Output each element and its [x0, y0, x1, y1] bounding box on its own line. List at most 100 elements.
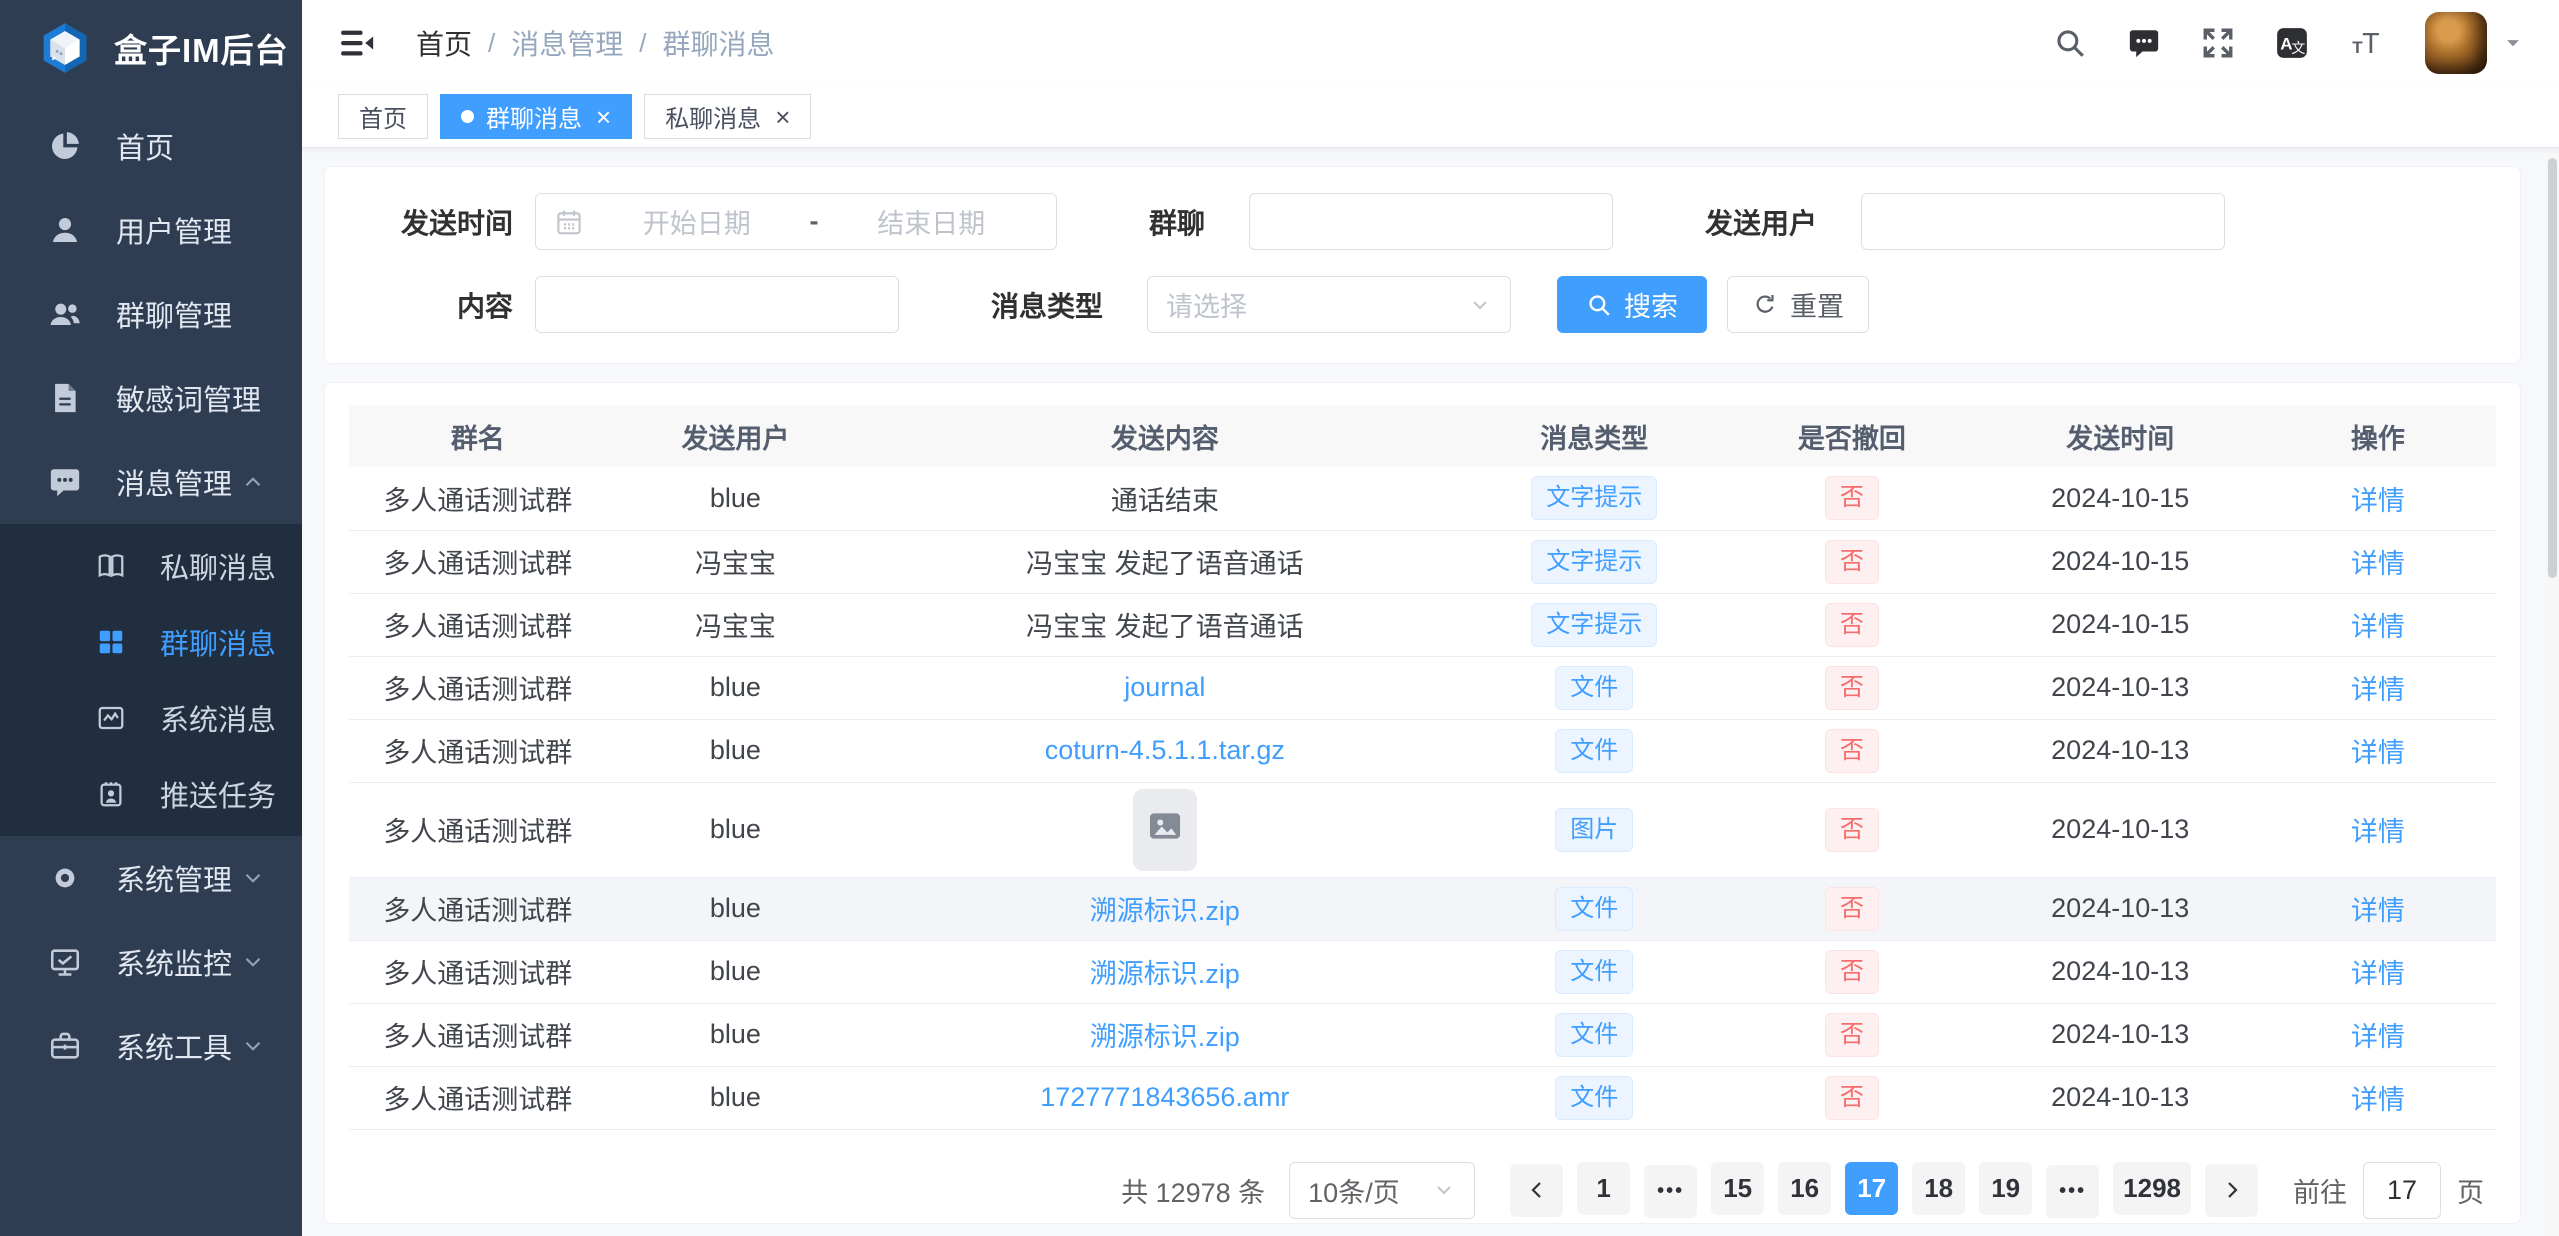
tab-2[interactable]: 私聊消息× — [644, 94, 811, 139]
page-button-17[interactable]: 17 — [1845, 1162, 1898, 1215]
sidebar-item-1[interactable]: 用户管理 — [0, 188, 302, 272]
close-icon[interactable]: × — [775, 104, 790, 130]
reset-button[interactable]: 重置 — [1727, 276, 1869, 333]
cell-sender: blue — [607, 656, 865, 719]
sidebar-item-2[interactable]: 群聊管理 — [0, 272, 302, 356]
cell-group-name: 多人通话测试群 — [349, 1003, 607, 1066]
translate-icon[interactable]: A文 — [2273, 24, 2311, 62]
detail-link[interactable]: 详情 — [2351, 549, 2405, 579]
search-icon[interactable] — [2051, 24, 2089, 62]
sidebar-item-7[interactable]: 系统工具 — [0, 1004, 302, 1088]
prev-page-button[interactable] — [1510, 1164, 1563, 1217]
goto-page-input[interactable] — [2363, 1162, 2441, 1219]
cell-sender: blue — [607, 782, 865, 877]
page-button-19[interactable]: 19 — [1979, 1162, 2032, 1215]
tab-0[interactable]: 首页 — [338, 94, 428, 139]
chevron-down-icon — [1468, 293, 1492, 317]
cell-content: 通话结束 — [864, 467, 1465, 530]
recalled-badge: 否 — [1825, 476, 1879, 520]
cell-time: 2024-10-15 — [1981, 530, 2260, 593]
sender-input[interactable] — [1861, 193, 2225, 250]
sidebar-subitem-3[interactable]: 推送任务 — [0, 756, 302, 832]
sidebar-item-4[interactable]: 消息管理 — [0, 440, 302, 524]
goto-unit: 页 — [2457, 1171, 2484, 1210]
sidebar: 盒子IM后台 首页用户管理群聊管理敏感词管理消息管理私聊消息群聊消息系统消息推送… — [0, 0, 302, 1236]
cell-content: 冯宝宝 发起了语音通话 — [864, 530, 1465, 593]
page-buttons: 1 ••• 15 16 17 18 19 ••• 1298 — [1570, 1162, 2198, 1218]
sidebar-subitem-1[interactable]: 群聊消息 — [0, 604, 302, 680]
goto-page: 前往 页 — [2293, 1162, 2484, 1219]
page-ellipsis[interactable]: ••• — [2046, 1165, 2099, 1218]
page-button-1298[interactable]: 1298 — [2113, 1162, 2191, 1215]
next-page-button[interactable] — [2205, 1164, 2258, 1217]
fullscreen-icon[interactable] — [2199, 24, 2237, 62]
message-icon[interactable] — [2125, 24, 2163, 62]
tab-1[interactable]: 群聊消息× — [440, 94, 632, 139]
sidebar-subitem-2[interactable]: 系统消息 — [0, 680, 302, 756]
sidebar-subitem-0[interactable]: 私聊消息 — [0, 528, 302, 604]
page-button-18[interactable]: 18 — [1912, 1162, 1965, 1215]
cell-action: 详情 — [2260, 940, 2496, 1003]
detail-link[interactable]: 详情 — [2351, 675, 2405, 705]
detail-link[interactable]: 详情 — [2351, 896, 2405, 926]
close-icon[interactable]: × — [596, 104, 611, 130]
type-badge: 文字提示 — [1531, 540, 1657, 584]
cell-action: 详情 — [2260, 656, 2496, 719]
end-date-placeholder[interactable]: 结束日期 — [825, 202, 1039, 241]
sidebar-collapse-icon[interactable] — [338, 24, 376, 62]
page-button-15[interactable]: 15 — [1711, 1162, 1764, 1215]
cell-group-name: 多人通话测试群 — [349, 719, 607, 782]
file-link[interactable]: 1727771843656.amr — [1040, 1082, 1289, 1112]
sidebar-item-5[interactable]: 系统管理 — [0, 836, 302, 920]
avatar[interactable] — [2425, 12, 2487, 74]
page-ellipsis[interactable]: ••• — [1644, 1165, 1697, 1218]
page-button-16[interactable]: 16 — [1778, 1162, 1831, 1215]
file-link[interactable]: 溯源标识.zip — [1090, 1022, 1240, 1052]
cell-time: 2024-10-13 — [1981, 719, 2260, 782]
date-range-picker[interactable]: 开始日期 - 结束日期 — [535, 193, 1057, 250]
detail-link[interactable]: 详情 — [2351, 817, 2405, 847]
sidebar-item-label: 用户管理 — [116, 209, 232, 251]
start-date-placeholder[interactable]: 开始日期 — [590, 202, 804, 241]
file-link[interactable]: journal — [1124, 672, 1205, 702]
logo-row[interactable]: 盒子IM后台 — [0, 0, 302, 96]
cell-recalled: 否 — [1723, 1066, 1981, 1129]
detail-link[interactable]: 详情 — [2351, 738, 2405, 768]
image-thumbnail[interactable] — [1133, 789, 1197, 871]
type-select[interactable]: 请选择 — [1147, 276, 1511, 333]
detail-link[interactable]: 详情 — [2351, 486, 2405, 516]
file-link[interactable]: 溯源标识.zip — [1090, 896, 1240, 926]
type-badge: 文件 — [1555, 1013, 1633, 1057]
table-row: 多人通话测试群bluecoturn-4.5.1.1.tar.gz文件否2024-… — [349, 719, 2496, 782]
file-link[interactable]: coturn-4.5.1.1.tar.gz — [1045, 735, 1285, 765]
cell-time: 2024-10-13 — [1981, 940, 2260, 1003]
font-size-icon[interactable]: TT — [2347, 24, 2385, 62]
detail-link[interactable]: 详情 — [2351, 1085, 2405, 1115]
cell-group-name: 多人通话测试群 — [349, 593, 607, 656]
group-input[interactable] — [1249, 193, 1613, 250]
cell-sender: blue — [607, 1003, 865, 1066]
detail-link[interactable]: 详情 — [2351, 959, 2405, 989]
breadcrumb-item[interactable]: 首页 — [416, 23, 472, 63]
sidebar-item-0[interactable]: 首页 — [0, 104, 302, 188]
detail-link[interactable]: 详情 — [2351, 612, 2405, 642]
scrollbar-thumb[interactable] — [2548, 158, 2557, 578]
cell-recalled: 否 — [1723, 877, 1981, 940]
chevron-up-icon — [240, 469, 266, 495]
grid-icon — [96, 624, 128, 660]
svg-text:文: 文 — [2291, 41, 2305, 57]
content-input[interactable] — [535, 276, 899, 333]
page-button-1[interactable]: 1 — [1577, 1162, 1630, 1215]
page-size-select[interactable]: 10条/页 — [1289, 1162, 1475, 1219]
sidebar-item-label: 消息管理 — [116, 461, 232, 503]
detail-link[interactable]: 详情 — [2351, 1022, 2405, 1052]
sidebar-item-6[interactable]: 系统监控 — [0, 920, 302, 1004]
filter-row-2: 内容 消息类型 请选择 搜索 重置 — [335, 276, 2510, 333]
recalled-badge: 否 — [1825, 603, 1879, 647]
sidebar-item-3[interactable]: 敏感词管理 — [0, 356, 302, 440]
search-button[interactable]: 搜索 — [1557, 276, 1707, 333]
user-menu[interactable] — [2425, 12, 2523, 74]
breadcrumb-item[interactable]: 消息管理 — [511, 23, 623, 63]
file-link[interactable]: 溯源标识.zip — [1090, 959, 1240, 989]
cell-recalled: 否 — [1723, 656, 1981, 719]
